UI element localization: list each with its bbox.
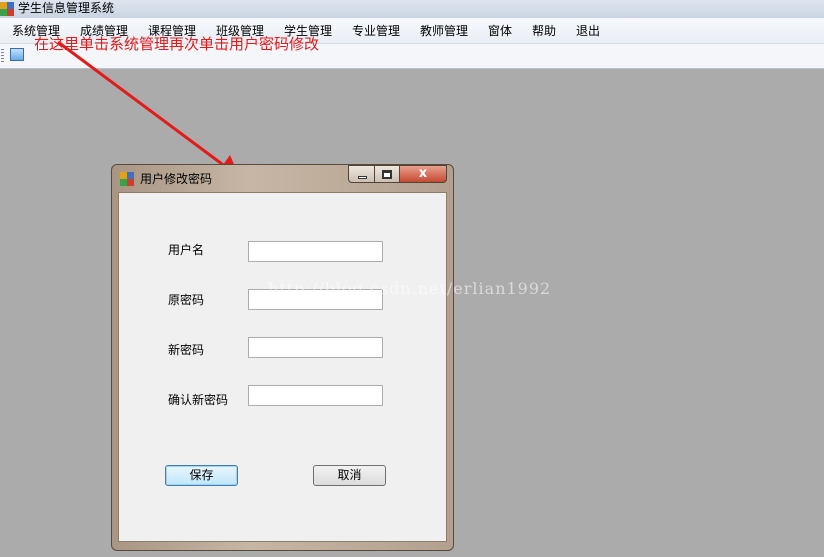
menu-help[interactable]: 帮助	[532, 18, 556, 44]
save-button[interactable]: 保存	[165, 465, 238, 486]
new-password-input[interactable]	[248, 337, 383, 358]
app-titlebar: 学生信息管理系统	[0, 0, 824, 18]
confirm-password-input[interactable]	[248, 385, 383, 406]
username-label: 用户名	[168, 243, 205, 257]
annotation-text: 在这里单击系统管理再次单击用户密码修改	[34, 35, 320, 53]
menu-window[interactable]: 窗体	[488, 18, 512, 44]
dialog-icon	[120, 172, 134, 186]
close-button[interactable]: x	[400, 165, 447, 183]
toolbar-grip-icon[interactable]	[1, 49, 4, 63]
new-password-label: 新密码	[168, 343, 205, 357]
menu-majors[interactable]: 专业管理	[352, 18, 400, 44]
username-input[interactable]	[248, 241, 383, 262]
dialog-title: 用户修改密码	[140, 172, 213, 186]
cancel-button[interactable]: 取消	[313, 465, 386, 486]
maximize-icon[interactable]	[375, 165, 400, 183]
close-icon: x	[418, 166, 428, 181]
change-password-dialog: 用户修改密码 x 用户名 原密码 新密码 确认新密码 保存 取消	[111, 164, 454, 551]
menu-teachers[interactable]: 教师管理	[420, 18, 468, 44]
confirm-password-label: 确认新密码	[168, 393, 229, 407]
app-title: 学生信息管理系统	[18, 1, 115, 15]
app-icon	[0, 2, 14, 16]
picture-icon[interactable]	[10, 48, 24, 61]
minimize-icon[interactable]	[348, 165, 375, 183]
old-password-label: 原密码	[168, 293, 205, 307]
dialog-client-area: 用户名 原密码 新密码 确认新密码 保存 取消	[118, 192, 447, 542]
old-password-input[interactable]	[248, 289, 383, 310]
menu-exit[interactable]: 退出	[576, 18, 600, 44]
